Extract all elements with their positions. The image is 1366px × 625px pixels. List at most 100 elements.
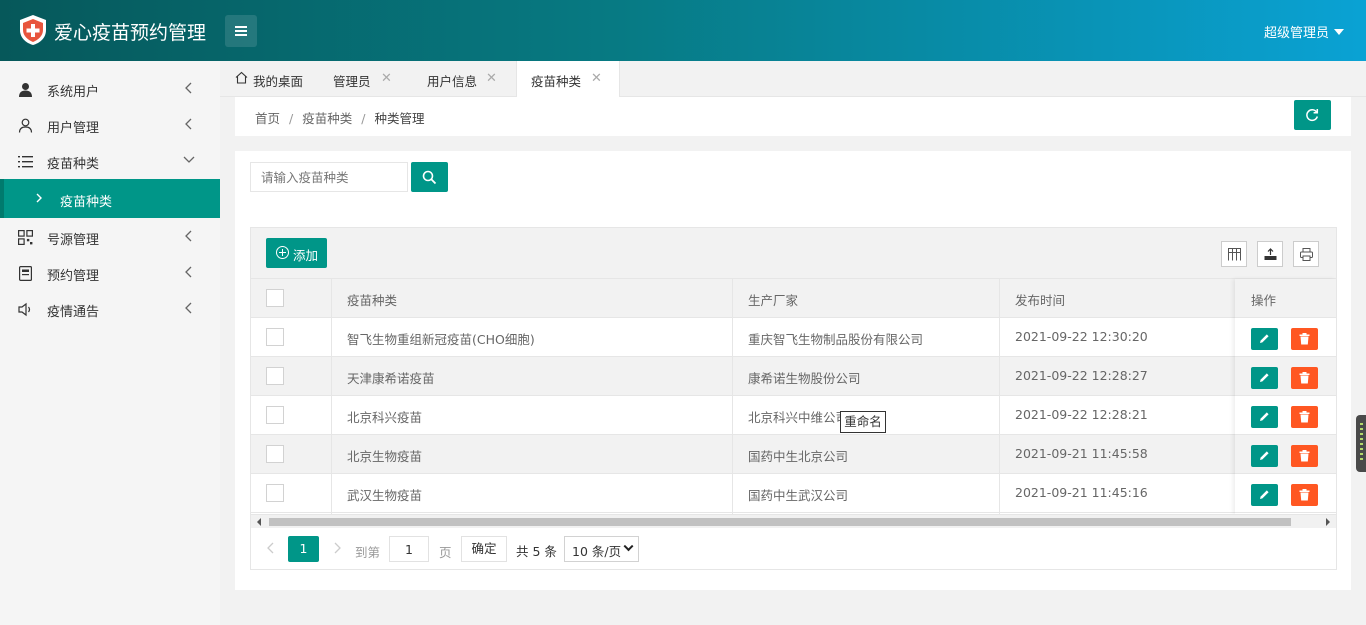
caret-down-icon [1334,29,1344,35]
column-header-vaccine[interactable]: 疫苗种类 [347,290,397,309]
sidebar-item-vaccine-types[interactable]: 疫苗种类 [0,143,220,179]
add-button[interactable]: 添加 [266,238,327,268]
edit-button[interactable] [1251,406,1278,428]
tab-desktop[interactable]: 我的桌面 [220,61,315,97]
user-outline-icon [18,118,33,133]
chevron-left-icon [185,266,192,278]
side-panel-handle[interactable] [1356,415,1366,472]
breadcrumb-home[interactable]: 首页 [255,111,280,126]
home-icon [235,71,248,84]
table-toolbar: 添加 [251,228,1336,279]
delete-button[interactable] [1291,328,1318,350]
cell-vaccine: 智飞生物重组新冠疫苗(CHO细胞) [347,332,535,347]
close-icon[interactable]: ✕ [381,71,392,86]
goto-label: 到第 [355,545,381,560]
breadcrumb-parent[interactable]: 疫苗种类 [302,111,352,126]
delete-button[interactable] [1291,484,1318,506]
sidebar-item-user-management[interactable]: 用户管理 [0,107,220,143]
pencil-icon [1260,334,1269,343]
scroll-right-arrow-icon[interactable] [1326,518,1330,526]
cell-time: 2021-09-22 12:30:20 [1015,329,1148,344]
column-header-maker[interactable]: 生产厂家 [748,290,798,309]
row-checkbox[interactable] [266,484,284,502]
tab-user-info[interactable]: 用户信息 ✕ [408,61,516,97]
edit-button[interactable] [1251,328,1278,350]
row-checkbox[interactable] [266,406,284,424]
chevron-left-icon [185,302,192,314]
export-icon [1264,248,1277,260]
add-button-label: 添加 [293,248,319,263]
search-input[interactable] [250,162,408,192]
close-icon[interactable]: ✕ [486,71,497,86]
edit-button[interactable] [1251,367,1278,389]
sidebar: 系统用户 用户管理 疫苗种类 疫苗种类 号源管理 预约管理 疫情通告 [0,61,220,625]
form-icon [19,266,32,281]
edit-button[interactable] [1251,484,1278,506]
cell-vaccine: 天津康希诺疫苗 [347,371,435,386]
chevron-left-icon [185,118,192,130]
page-current[interactable]: 1 [288,536,319,562]
table-row: 天津康希诺疫苗 康希诺生物股份公司 2021-09-22 12:28:27 [251,357,1336,396]
search-button[interactable] [411,162,448,192]
select-all-checkbox[interactable] [266,289,284,307]
goto-confirm-button[interactable]: 确定 [461,536,507,562]
table-row: 北京生物疫苗 国药中生北京公司 2021-09-21 11:45:58 [251,435,1336,474]
scroll-left-arrow-icon[interactable] [257,518,261,526]
pencil-icon [1260,490,1269,499]
cell-time: 2021-09-22 12:28:21 [1015,407,1148,422]
goto-page-input[interactable] [389,536,429,562]
sidebar-subitem-label: 疫苗种类 [60,195,113,210]
row-checkbox[interactable] [266,445,284,463]
column-divider [999,279,1000,514]
row-checkbox[interactable] [266,367,284,385]
cell-time: 2021-09-21 11:45:16 [1015,485,1148,500]
list-icon [18,156,33,168]
export-button[interactable] [1257,241,1283,267]
sidebar-item-label: 用户管理 [47,121,100,136]
cell-time: 2021-09-21 11:45:58 [1015,446,1148,461]
columns-icon [1228,248,1241,261]
scrollbar-thumb[interactable] [269,518,1291,526]
sidebar-item-system-users[interactable]: 系统用户 [0,71,220,107]
column-header-time[interactable]: 发布时间 [1015,290,1065,309]
edit-button[interactable] [1251,445,1278,467]
actions-column [1235,279,1336,514]
total-count: 共 5 条 [516,544,557,559]
close-icon[interactable]: ✕ [591,71,602,86]
pagination: 1 到第 页 确定 共 5 条 10 条/页 [251,528,1336,569]
columns-filter-button[interactable] [1221,241,1247,267]
page-size-select[interactable]: 10 条/页 [564,536,639,562]
menu-toggle-button[interactable] [225,15,257,47]
tab-admin[interactable]: 管理员 ✕ [315,61,408,97]
delete-button[interactable] [1291,367,1318,389]
main-card: 添加 疫苗种类 生产厂家 发布时间 操作 智飞生物重组新冠疫苗(CHO细胞) 重… [235,151,1351,590]
sidebar-item-appointments[interactable]: 预约管理 [0,255,220,291]
user-menu[interactable]: 超级管理员 [1264,22,1344,41]
delete-button[interactable] [1291,406,1318,428]
next-page-icon[interactable] [332,542,342,554]
sidebar-item-label: 号源管理 [47,233,100,248]
refresh-button[interactable] [1294,100,1331,130]
horizontal-scrollbar[interactable] [251,514,1336,528]
table-row: 智飞生物重组新冠疫苗(CHO细胞) 重庆智飞生物制品股份有限公司 2021-09… [251,318,1336,357]
trash-icon [1299,411,1310,423]
chevron-right-icon [36,193,42,203]
cell-vaccine: 北京生物疫苗 [347,449,423,464]
cell-maker: 北京科兴中维公司 [748,410,849,425]
tab-bar: 我的桌面 管理员 ✕ 用户信息 ✕ 疫苗种类 ✕ [220,61,1366,97]
breadcrumb: 首页 / 疫苗种类 / 种类管理 [255,108,424,127]
sidebar-subitem-vaccine-types[interactable]: 疫苗种类 [0,179,220,218]
sidebar-item-announcements[interactable]: 疫情通告 [0,291,220,327]
user-name: 超级管理员 [1263,26,1329,41]
active-indicator [0,179,4,218]
cell-maker: 国药中生北京公司 [748,449,849,464]
tab-vaccine-types[interactable]: 疫苗种类 ✕ [516,61,620,97]
prev-page-icon[interactable] [266,542,276,554]
app-header: 爱心疫苗预约管理 超级管理员 [0,0,1366,61]
sidebar-item-slot-management[interactable]: 号源管理 [0,219,220,255]
pencil-icon [1260,451,1269,460]
chevron-down-icon [183,156,195,163]
delete-button[interactable] [1291,445,1318,467]
print-button[interactable] [1293,241,1319,267]
row-checkbox[interactable] [266,328,284,346]
